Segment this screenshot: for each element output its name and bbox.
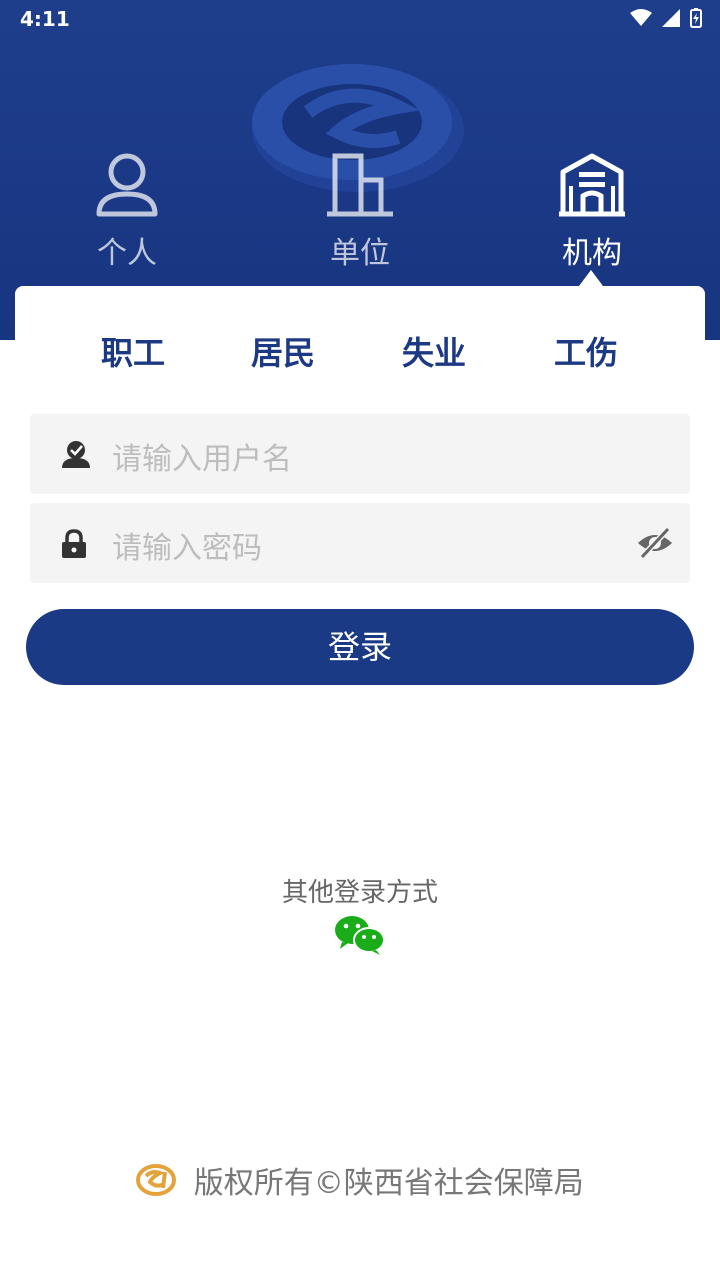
building-icon <box>327 153 393 217</box>
wifi-icon <box>630 9 652 26</box>
sub-tab-employee[interactable]: 职工 <box>101 328 165 374</box>
status-bar: 4:11 <box>0 0 720 40</box>
role-tab-label: 个人 <box>97 236 157 271</box>
status-time: 4:11 <box>20 7 70 31</box>
copyright-footer: 版权所有©陕西省社会保障局 <box>0 1158 720 1202</box>
username-placeholder: 请输入用户名 <box>112 442 292 477</box>
role-tab-personal[interactable]: 个人 <box>57 150 197 271</box>
role-tab-institution[interactable]: 机构 <box>522 150 662 271</box>
battery-icon <box>690 8 702 28</box>
si-logo-icon <box>136 1164 177 1196</box>
wechat-icon[interactable] <box>334 914 386 956</box>
password-placeholder: 请输入密码 <box>112 531 262 566</box>
user-icon <box>62 441 90 468</box>
login-card: 职工 居民 失业 工伤 <box>15 286 705 396</box>
sub-tab-resident[interactable]: 居民 <box>251 328 315 374</box>
sub-tab-injury[interactable]: 工伤 <box>554 328 618 374</box>
active-tab-pointer <box>579 270 603 286</box>
role-tab-label: 单位 <box>330 236 390 271</box>
lock-icon <box>62 529 86 558</box>
password-field[interactable]: 请输入密码 <box>30 503 690 583</box>
username-field[interactable]: 请输入用户名 <box>30 414 690 494</box>
institution-icon <box>559 153 625 217</box>
person-icon <box>96 153 158 217</box>
other-login-label: 其他登录方式 <box>281 878 438 908</box>
copyright-text: 版权所有©陕西省社会保障局 <box>193 1166 584 1201</box>
role-tab-label: 机构 <box>562 236 622 271</box>
login-button[interactable]: 登录 <box>26 609 694 685</box>
role-tab-unit[interactable]: 单位 <box>290 150 430 271</box>
signal-icon <box>662 9 680 27</box>
sub-tab-unemployment[interactable]: 失业 <box>402 328 466 374</box>
eye-off-icon[interactable] <box>636 525 674 561</box>
